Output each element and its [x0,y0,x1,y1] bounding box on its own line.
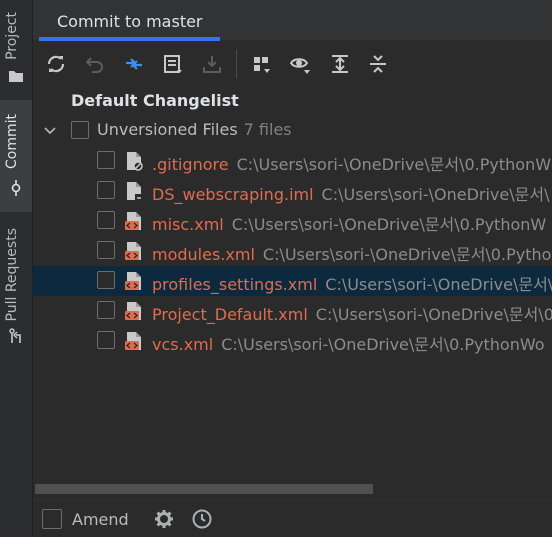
commit-icon [11,180,21,196]
file-name: DS_webscraping.iml [152,185,314,204]
view-options-button[interactable] [289,52,313,76]
unversioned-files-group[interactable]: Unversioned Files 7 files [33,116,552,146]
file-checkbox[interactable] [97,241,115,259]
file-checkbox[interactable] [97,331,115,349]
group-label: Unversioned Files 7 files [97,120,292,139]
commit-toolbar [33,44,552,84]
tab-commit-to-master[interactable]: Commit to master [39,6,221,37]
view-options-icon [290,58,310,74]
history-icon[interactable] [191,508,213,530]
panel-titlebar: Commit to master [33,0,552,41]
group-by-icon [254,57,270,73]
commit-options-bar: Amend [33,500,552,537]
file-path: C:\Users\sori-\OneDrive\문서\ [325,275,552,294]
xml-file-icon [125,242,141,260]
file-path: C:\Users\sori-\OneDrive\문서\0.PythonW [236,155,552,174]
file-name: misc.xml [152,215,224,234]
file-row[interactable]: misc.xml C:\Users\sori-\OneDrive\문서\0.Pyt… [33,206,552,236]
file-checkbox[interactable] [97,151,115,169]
amend-label: Amend [72,510,129,529]
refresh-icon [47,55,65,73]
file-entry-label: DS_webscraping.iml C:\Users\sori-\OneDriv… [152,181,549,205]
file-path: C:\Users\sori-\OneDrive\문서\0.Pytho [262,245,552,264]
refresh-button[interactable] [44,52,68,76]
rollback-icon [85,57,103,73]
commit-tab-label: Commit [4,114,20,169]
folder-icon [9,71,23,82]
file-entry-label: Project_Default.xml C:\Users\sori-\OneDri… [152,301,552,325]
ignore-file-icon [127,152,143,171]
show-diff-button[interactable] [122,52,146,76]
file-path: C:\Users\sori-\OneDrive\문서\0.PythonWo [221,335,545,354]
commit-message-history-button[interactable] [161,52,185,76]
file-path: C:\Users\sori-\OneDrive\문서\0.PythonW [231,215,547,234]
commit-message-icon [164,55,182,73]
file-row[interactable]: .gitignore C:\Users\sori-\OneDrive\문서\0.P… [33,146,552,176]
xml-file-icon [125,272,141,290]
amend-checkbox[interactable] [42,509,62,529]
expand-all-icon [332,55,348,73]
rollback-button[interactable] [83,52,107,76]
file-checkbox[interactable] [97,181,115,199]
file-entry-label: misc.xml C:\Users\sori-\OneDrive\문서\0.Pyt… [152,211,546,235]
file-entry-label: profiles_settings.xml C:\Users\sori-\OneD… [152,271,552,295]
changelist-title: Default Changelist [71,91,239,110]
file-name: vcs.xml [152,335,214,354]
file-entry-label: vcs.xml C:\Users\sori-\OneDrive\문서\0.Pyth… [152,331,545,355]
group-count: 7 files [243,120,292,139]
pull-requests-tool-tab[interactable]: Pull Requests [0,216,32,356]
pull-requests-tab-label: Pull Requests [4,228,20,322]
group-by-button[interactable] [250,52,274,76]
file-name: modules.xml [152,245,255,264]
collapse-all-icon [370,55,386,73]
chevron-down-icon[interactable] [43,124,57,138]
file-entry-label: .gitignore C:\Users\sori-\OneDrive\문서\0.P… [152,151,551,175]
active-tab-indicator [39,37,220,41]
file-checkbox[interactable] [97,211,115,229]
file-name: .gitignore [152,155,229,174]
commit-panel: Commit to master Default Changelist Unve… [33,0,552,537]
file-name: Project_Default.xml [152,305,308,324]
file-row[interactable]: modules.xml C:\Users\sori-\OneDrive\문서\0.… [33,236,552,266]
tool-window-strip: Project Commit Pull Requests [0,0,33,536]
collapse-all-button[interactable] [366,52,390,76]
gear-icon[interactable] [153,508,175,530]
file-checkbox[interactable] [97,301,115,319]
pull-request-icon [9,328,21,343]
file-entry-label: modules.xml C:\Users\sori-\OneDrive\문서\0.… [152,241,551,265]
horizontal-scrollbar[interactable] [35,484,373,494]
group-checkbox[interactable] [71,121,89,139]
file-row[interactable]: DS_webscraping.iml C:\Users\sori-\OneDriv… [33,176,552,206]
xml-file-icon [125,302,141,320]
file-name: profiles_settings.xml [152,275,318,294]
file-checkbox[interactable] [97,271,115,289]
toolbar-separator [236,50,237,78]
show-diff-icon [126,58,142,70]
group-name: Unversioned Files [97,120,238,139]
file-row[interactable]: vcs.xml C:\Users\sori-\OneDrive\문서\0.Pyth… [33,326,552,356]
project-tab-label: Project [4,12,20,60]
shelve-icon [203,56,221,73]
commit-tool-tab[interactable]: Commit [0,100,32,212]
file-row[interactable]: Project_Default.xml C:\Users\sori-\OneDri… [33,296,552,326]
module-file-icon [127,182,143,200]
project-tool-tab[interactable]: Project [0,0,32,96]
xml-file-icon [125,212,141,230]
xml-file-icon [125,332,141,350]
expand-all-button[interactable] [328,52,352,76]
file-path: C:\Users\sori-\OneDrive\문서\ [321,185,550,204]
file-row[interactable]: profiles_settings.xml C:\Users\sori-\OneD… [33,266,552,296]
file-path: C:\Users\sori-\OneDrive\문서\0 [315,305,552,324]
shelve-button[interactable] [200,52,224,76]
